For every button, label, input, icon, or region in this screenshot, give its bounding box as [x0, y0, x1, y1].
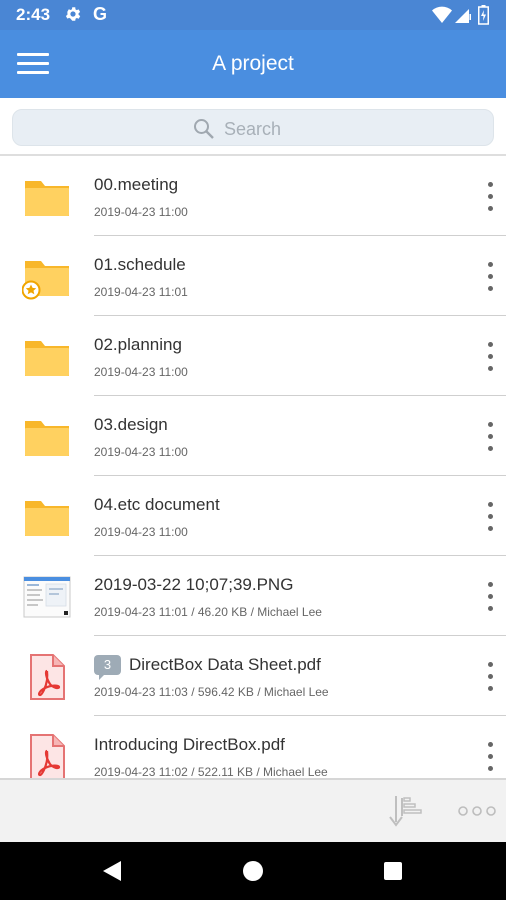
list-item[interactable]: 04.etc document 2019-04-23 11:00 — [0, 476, 506, 556]
more-vertical-icon[interactable] — [480, 258, 502, 294]
list-item[interactable]: 00.meeting 2019-04-23 11:00 — [0, 156, 506, 236]
item-meta: 2019-04-23 11:01 — [94, 285, 188, 299]
folder-icon — [25, 421, 69, 456]
more-vertical-icon[interactable] — [480, 418, 502, 454]
folder-icon — [25, 181, 69, 216]
item-name-text: DirectBox Data Sheet.pdf — [129, 655, 321, 674]
image-thumbnail-icon — [23, 576, 71, 618]
home-icon[interactable] — [243, 861, 263, 881]
more-vertical-icon[interactable] — [480, 578, 502, 614]
list-item[interactable]: 3 DirectBox Data Sheet.pdf 2019-04-23 11:… — [0, 636, 506, 716]
list-item[interactable]: 03.design 2019-04-23 11:00 — [0, 396, 506, 476]
item-name: 01.schedule — [94, 255, 186, 274]
comment-count-badge: 3 — [94, 655, 121, 680]
more-vertical-icon[interactable] — [480, 338, 502, 374]
status-bar: 2:43 G — [0, 0, 506, 30]
item-meta: 2019-04-23 11:02 / 522.11 KB / Michael L… — [94, 765, 328, 778]
item-name: 02.planning — [94, 335, 182, 354]
bottom-toolbar — [0, 778, 506, 842]
gear-icon — [65, 7, 81, 21]
item-meta: 2019-04-23 11:00 — [94, 445, 188, 459]
more-vertical-icon[interactable] — [480, 498, 502, 534]
item-meta: 2019-04-23 11:00 — [94, 525, 188, 539]
list-item[interactable]: 01.schedule 2019-04-23 11:01 — [0, 236, 506, 316]
google-icon: G — [93, 4, 108, 24]
list-item[interactable]: 2019-03-22 10;07;39.PNG 2019-04-23 11:01… — [0, 556, 506, 636]
page-title: A project — [212, 52, 294, 75]
item-name: 00.meeting — [94, 175, 179, 194]
pdf-icon — [30, 654, 65, 700]
item-meta: 2019-04-23 11:01 / 46.20 KB / Michael Le… — [94, 605, 322, 619]
back-icon[interactable] — [101, 859, 123, 883]
list-item[interactable]: 02.planning 2019-04-23 11:00 — [0, 316, 506, 396]
item-meta: 2019-04-23 11:03 / 596.42 KB / Michael L… — [94, 685, 329, 699]
system-nav-bar — [0, 842, 506, 900]
list-item[interactable]: Introducing DirectBox.pdf 2019-04-23 11:… — [0, 716, 506, 778]
more-vertical-icon[interactable] — [480, 178, 502, 214]
app-bar: A project — [0, 30, 506, 98]
search-icon — [194, 119, 214, 139]
item-name: 3 DirectBox Data Sheet.pdf — [94, 655, 321, 680]
battery-icon — [478, 5, 489, 25]
item-name: 04.etc document — [94, 495, 220, 514]
item-name: Introducing DirectBox.pdf — [94, 735, 285, 754]
status-time: 2:43 — [16, 5, 51, 24]
recents-icon[interactable] — [384, 862, 402, 880]
cell-signal-icon — [455, 9, 471, 23]
file-list: 00.meeting 2019-04-23 11:00 01.schedule … — [0, 156, 506, 778]
search-input[interactable]: Search — [12, 109, 494, 146]
more-vertical-icon[interactable] — [480, 738, 502, 774]
more-vertical-icon[interactable] — [480, 658, 502, 694]
item-meta: 2019-04-23 11:00 — [94, 205, 188, 219]
item-name: 03.design — [94, 415, 168, 434]
folder-icon — [25, 501, 69, 536]
starred-folder-icon — [22, 261, 69, 300]
search-placeholder: Search — [224, 119, 282, 139]
search-area: Search — [0, 98, 506, 156]
item-name: 2019-03-22 10;07;39.PNG — [94, 575, 294, 594]
more-horizontal-icon[interactable] — [456, 800, 498, 822]
sort-icon[interactable] — [386, 794, 426, 828]
item-meta: 2019-04-23 11:00 — [94, 365, 188, 379]
folder-icon — [25, 341, 69, 376]
wifi-icon — [432, 6, 452, 24]
pdf-icon — [30, 734, 65, 778]
